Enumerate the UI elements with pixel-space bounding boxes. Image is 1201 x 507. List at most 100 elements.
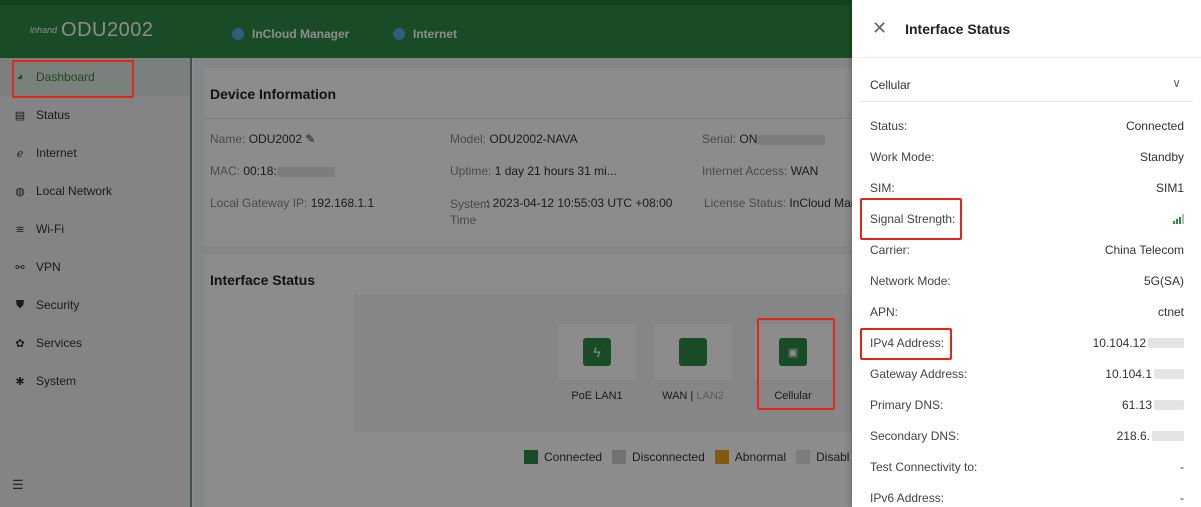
services-icon: ✿: [15, 337, 25, 350]
sidebar: ◕ Dashboard ▤ Status ℯ Internet ◍ Local …: [0, 58, 192, 507]
uptime-value: 1 day 21 hours 31 mi...: [494, 164, 617, 178]
local-gateway-label: Local Gateway IP:: [210, 196, 308, 210]
device-information-card: Device Information Name: ODU2002 ✎ Model…: [204, 68, 904, 246]
device-name-label: Name:: [210, 132, 246, 146]
legend-connected: Connected: [544, 450, 603, 464]
interface-status-drawer: ✕ Interface Status Cellular ∨ Status: Con…: [852, 0, 1201, 507]
chevron-down-icon: ∨: [1172, 76, 1181, 90]
internet-access-label: Internet Access:: [702, 164, 788, 178]
sidebar-item-local-network[interactable]: ◍ Local Network: [0, 172, 190, 210]
port-cellular[interactable]: ▣ Cellular: [754, 324, 832, 404]
logo[interactable]: inhand ODU2002: [30, 19, 153, 42]
license-status-value: InCloud Man: [789, 196, 858, 210]
sidebar-item-label: Wi-Fi: [36, 222, 64, 236]
masked-serial: [757, 134, 826, 145]
license-status-label: License Status:: [704, 196, 787, 210]
connected-swatch: [524, 450, 538, 464]
model-label: Model:: [450, 132, 487, 146]
detail-key: IPv4 Address:: [870, 335, 945, 350]
close-icon[interactable]: ✕: [872, 18, 887, 39]
detail-row: IPv4 Address: 10.104.12: [870, 327, 1184, 358]
sidebar-item-label: Security: [36, 298, 80, 312]
ethernet-port-icon: [679, 338, 707, 366]
model-value: ODU2002-NAVA: [489, 132, 578, 146]
detail-row: Gateway Address: 10.104.1: [870, 358, 1184, 389]
uptime-field: Uptime: 1 day 21 hours 31 mi...: [450, 164, 617, 178]
detail-value: Standby: [1139, 149, 1184, 164]
internet-icon: ℯ: [16, 147, 24, 160]
detail-key: Primary DNS:: [870, 397, 944, 412]
sidebar-item-internet[interactable]: ℯ Internet: [0, 134, 190, 172]
sidebar-item-wifi[interactable]: ≋ Wi-Fi: [0, 210, 190, 248]
signal-strength-icon: [1172, 213, 1184, 224]
system-time-text: : 2023-04-12 10:55:03 UTC +08:00: [486, 196, 673, 210]
device-information-title: Device Information: [210, 86, 337, 102]
disabled-icon: [796, 450, 811, 464]
port-panel: ϟ PoE LAN1 WAN | LAN2 ▣ Cellular: [354, 294, 914, 432]
internet-access-value: WAN: [790, 164, 819, 178]
internet-access-field: Internet Access: WAN: [702, 164, 818, 178]
mac-value: 00:18:: [243, 164, 277, 178]
edit-icon[interactable]: ✎: [305, 132, 315, 146]
detail-key: IPv6 Address:: [870, 490, 945, 505]
detail-value: SIM1: [1155, 180, 1184, 195]
sidebar-item-vpn[interactable]: ⚯ VPN: [0, 248, 190, 286]
incloud-manager-status[interactable]: InCloud Manager: [232, 27, 349, 41]
interface-status-card: Interface Status ϟ PoE LAN1 WAN | LAN2 ▣…: [204, 254, 914, 507]
detail-row: Work Mode: Standby: [870, 141, 1184, 172]
masked-value: [1154, 368, 1184, 379]
status-icon: ▤: [14, 109, 26, 122]
system-time-value: : 2023-04-12 10:55:03 UTC +08:00: [486, 196, 672, 210]
collapse-sidebar-icon[interactable]: ☰: [12, 477, 24, 493]
model-field: Model: ODU2002-NAVA: [450, 132, 578, 146]
dashboard-icon: ◕: [16, 71, 24, 83]
detail-key: Work Mode:: [870, 149, 935, 164]
gear-icon: ✱: [15, 375, 25, 388]
sidebar-item-system[interactable]: ✱ System: [0, 362, 190, 400]
main-content: Device Information Name: ODU2002 ✎ Model…: [194, 58, 914, 507]
drawer-title: Interface Status: [905, 20, 1011, 37]
port-box: ϟ: [558, 324, 636, 380]
status-details: Status: Connected Work Mode: Standby SIM: S…: [870, 110, 1184, 507]
detail-row: Network Mode: 5G(SA): [870, 265, 1184, 296]
internet-status[interactable]: Internet: [393, 27, 457, 41]
gateway-value: 10.104.1: [1105, 366, 1152, 381]
port-box: [654, 324, 732, 380]
detail-value: 10.104.1: [1105, 367, 1184, 381]
sidebar-item-dashboard[interactable]: ◕ Dashboard: [0, 58, 190, 96]
port-poe-lan1[interactable]: ϟ PoE LAN1: [558, 324, 636, 404]
sidebar-item-security[interactable]: ⛊ Security: [0, 286, 190, 324]
detail-value: -: [1180, 490, 1184, 505]
interface-select[interactable]: Cellular ∨: [860, 68, 1193, 102]
port-wan-lan2[interactable]: WAN | LAN2: [654, 324, 732, 404]
detail-key: Carrier:: [870, 242, 911, 257]
detail-row: Test Connectivity to: -: [870, 451, 1184, 482]
incloud-manager-label: InCloud Manager: [252, 27, 350, 41]
detail-value: 5G(SA): [1143, 273, 1184, 288]
primary-dns-value: 61.13: [1121, 397, 1152, 412]
detail-key: Gateway Address:: [870, 366, 968, 381]
wifi-icon: ≋: [15, 223, 25, 236]
detail-value: 61.13: [1122, 398, 1184, 412]
divider: [204, 118, 904, 119]
globe-icon: [393, 28, 405, 40]
port-label-lan2: LAN2: [696, 390, 724, 402]
detail-value: 10.104.12: [1093, 336, 1184, 350]
port-label-wan: WAN: [662, 390, 688, 402]
masked-value: [1154, 399, 1184, 410]
detail-value: China Telecom: [1104, 242, 1184, 257]
uptime-label: Uptime:: [450, 164, 492, 178]
detail-key: Status:: [870, 118, 908, 133]
sidebar-item-label: System: [36, 374, 77, 388]
detail-value: Connected: [1125, 118, 1184, 133]
sidebar-item-services[interactable]: ✿ Services: [0, 324, 190, 362]
ipv4-value: 10.104.12: [1092, 335, 1146, 350]
detail-key: SIM:: [870, 180, 895, 195]
device-name-value: ODU2002: [248, 132, 303, 146]
local-network-icon: ◍: [15, 185, 25, 198]
detail-row: Primary DNS: 61.13: [870, 389, 1184, 420]
drawer-header: ✕ Interface Status: [852, 0, 1201, 58]
secondary-dns-value: 218.6.: [1116, 428, 1150, 443]
device-name-field: Name: ODU2002 ✎: [210, 132, 315, 146]
sidebar-item-status[interactable]: ▤ Status: [0, 96, 190, 134]
